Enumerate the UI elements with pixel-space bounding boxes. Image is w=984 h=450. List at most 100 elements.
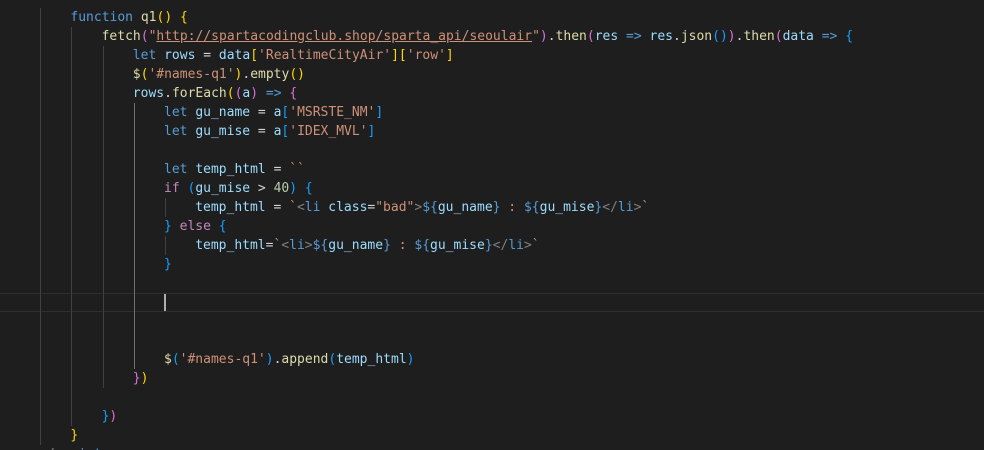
code-line[interactable]: }: [0, 426, 984, 445]
code-token: =>: [821, 29, 838, 44]
code-token: ): [289, 181, 298, 196]
code-line[interactable]: } else {: [0, 217, 984, 236]
code-token: gu_name: [437, 200, 493, 215]
code-line[interactable]: function q1() {: [0, 8, 984, 27]
indent-guide: [133, 198, 135, 217]
indent-guide: [71, 122, 73, 141]
code-token: fetch: [101, 29, 141, 44]
indent-guide: [71, 103, 73, 122]
code-token: ${: [422, 200, 438, 215]
code-token: <: [296, 200, 305, 215]
code-line[interactable]: $('#names-q1').empty(): [0, 65, 984, 84]
code-line[interactable]: }): [0, 369, 984, 388]
code-line[interactable]: let temp_html = ``: [0, 160, 984, 179]
code-token: class: [328, 200, 368, 215]
code-token: </: [602, 200, 618, 215]
code-token: q1: [140, 10, 157, 25]
indent-guide: [40, 179, 42, 198]
code-token: >: [523, 238, 532, 253]
code-line[interactable]: temp_html = `<li class="bad">${gu_name} …: [0, 198, 984, 217]
code-text: } else {: [164, 217, 227, 236]
code-line[interactable]: let gu_mise = a['IDEX_MVL']: [0, 122, 984, 141]
code-line[interactable]: [0, 312, 984, 331]
indent-guide: [133, 160, 135, 179]
code-text: }): [102, 407, 118, 426]
text-cursor: [164, 294, 166, 311]
indent-guide: [133, 350, 135, 369]
code-text: let temp_html = ``: [164, 160, 305, 179]
code-line[interactable]: fetch("http://spartacodingclub.shop/spar…: [0, 27, 984, 46]
indent-guide: [133, 122, 135, 141]
code-line[interactable]: }: [0, 255, 984, 274]
code-line[interactable]: let rows = data['RealtimeCityAir']['row'…: [0, 46, 984, 65]
code-token: =: [195, 48, 219, 63]
code-line[interactable]: [0, 388, 984, 407]
code-token: }: [164, 257, 172, 272]
code-text: let gu_mise = a['IDEX_MVL']: [164, 122, 375, 141]
code-token: :: [500, 200, 524, 215]
indent-guide: [71, 198, 73, 217]
indent-guide: [71, 293, 73, 312]
code-text: let rows = data['RealtimeCityAir']['row'…: [133, 46, 454, 65]
code-token: gu_mise: [195, 181, 251, 196]
indent-guide: [102, 293, 104, 312]
code-token: http://spartacodingclub.shop/sparta_api/…: [156, 29, 533, 44]
code-token: let: [164, 162, 188, 177]
indent-guide: [40, 236, 42, 255]
indent-guide: [133, 274, 135, 293]
code-token: =: [250, 105, 274, 120]
indent-guide: [133, 331, 135, 350]
code-line[interactable]: temp_html=`<li>${gu_name} : ${gu_mise}</…: [0, 236, 984, 255]
current-code-line[interactable]: [0, 293, 984, 312]
code-token: (): [712, 29, 728, 44]
code-token: res: [649, 29, 673, 44]
indent-guide: [71, 350, 73, 369]
code-token: "bad": [375, 200, 415, 215]
code-token: {: [304, 181, 313, 196]
code-token: if: [164, 181, 180, 196]
code-token: (): [156, 10, 173, 25]
code-token: <: [281, 238, 290, 253]
code-line[interactable]: [0, 141, 984, 160]
code-token: let: [164, 124, 188, 139]
code-line[interactable]: rows.forEach((a) => {: [0, 84, 984, 103]
code-token: rows: [132, 86, 165, 101]
code-line[interactable]: [0, 331, 984, 350]
code-token: }: [70, 428, 79, 443]
indent-guide: [71, 84, 73, 103]
indent-guide: [102, 160, 104, 179]
code-text: rows.forEach((a) => {: [133, 84, 297, 103]
code-text: }): [133, 369, 149, 388]
code-token: ): [109, 409, 118, 424]
code-token: }: [132, 371, 141, 386]
indent-guide: [133, 217, 135, 236]
indent-guide: [40, 350, 42, 369]
code-editor[interactable]: function q1() {fetch("http://spartacodin…: [0, 0, 984, 450]
code-line[interactable]: </script>: [0, 445, 984, 450]
indent-guide: [102, 198, 104, 217]
code-line[interactable]: [0, 274, 984, 293]
code-token: (: [140, 29, 149, 44]
code-token: =: [265, 200, 290, 215]
indent-guide: [40, 388, 42, 407]
code-token: ${: [414, 238, 431, 253]
code-token: ]: [367, 124, 376, 139]
indent-guide: [165, 236, 166, 255]
code-line[interactable]: let gu_name = a['MSRSTE_NM']: [0, 103, 984, 122]
indent-guide: [133, 312, 135, 331]
code-line[interactable]: }): [0, 407, 984, 426]
code-token: ${: [312, 238, 329, 253]
code-token: forEach: [171, 86, 227, 101]
indent-guide: [71, 312, 73, 331]
indent-guide: [102, 331, 104, 350]
code-token: temp_html: [336, 352, 407, 367]
code-line[interactable]: $('#names-q1').append(temp_html): [0, 350, 984, 369]
code-token: json: [680, 29, 713, 44]
indent-guide: [71, 236, 73, 255]
code-token: res: [594, 29, 619, 44]
code-line[interactable]: if (gu_mise > 40) {: [0, 179, 984, 198]
indent-guide: [40, 369, 42, 388]
code-text: </script>: [39, 445, 109, 450]
